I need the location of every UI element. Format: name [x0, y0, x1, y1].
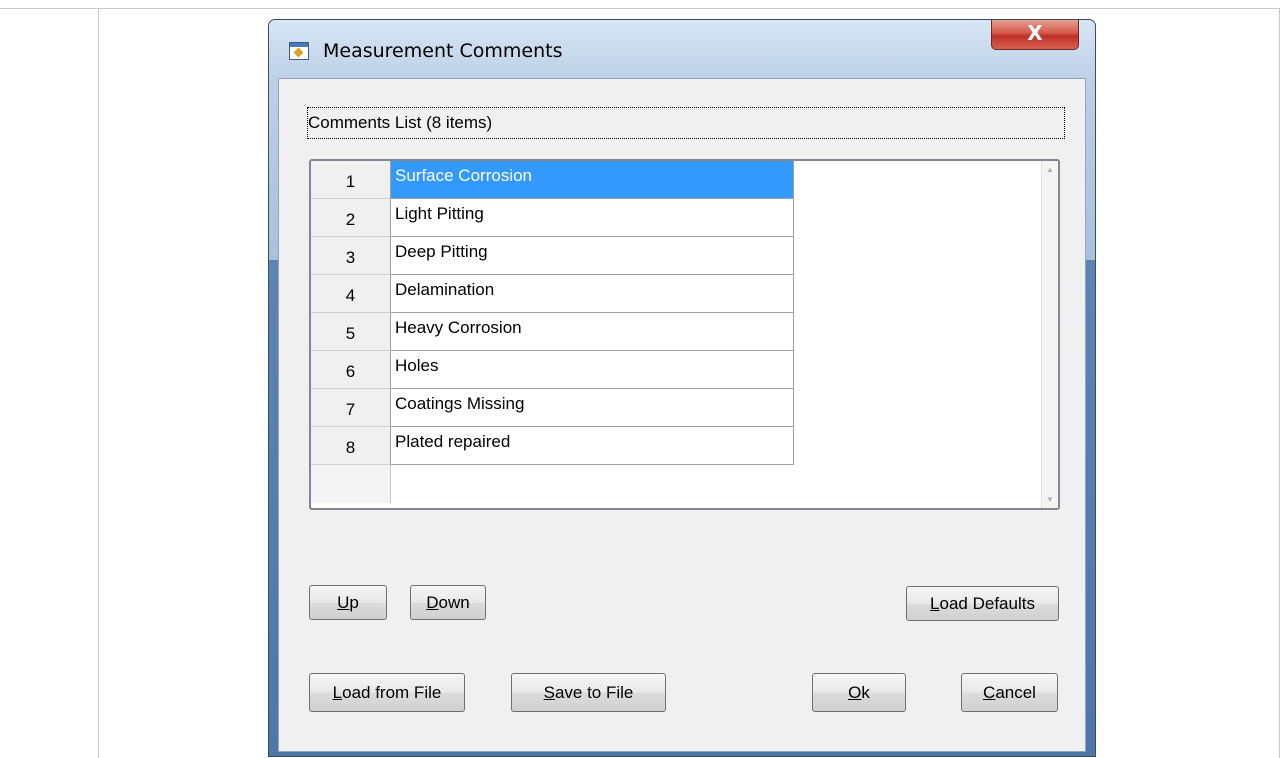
- close-button[interactable]: X: [991, 20, 1079, 50]
- page-vline-left: [98, 8, 99, 758]
- page-border-top: [0, 8, 1280, 9]
- cancel-button[interactable]: Cancel: [961, 673, 1058, 712]
- measurement-comments-window: Measurement Comments X Comments List (8 …: [268, 19, 1096, 757]
- comment-cell[interactable]: Light Pitting: [391, 199, 794, 237]
- row-number[interactable]: 4: [311, 275, 391, 313]
- comment-cell[interactable]: Deep Pitting: [391, 237, 794, 275]
- up-button[interactable]: Up: [309, 585, 387, 620]
- new-row-header[interactable]: [311, 465, 391, 503]
- row-number[interactable]: 3: [311, 237, 391, 275]
- close-icon: X: [1027, 21, 1043, 45]
- dialog-client-area: Comments List (8 items) 1 Surface Corros…: [278, 78, 1086, 752]
- load-defaults-button[interactable]: Load Defaults: [906, 586, 1059, 621]
- comment-cell[interactable]: Heavy Corrosion: [391, 313, 794, 351]
- window-title: Measurement Comments: [323, 40, 563, 62]
- ok-button[interactable]: Ok: [812, 673, 906, 712]
- app-window-icon[interactable]: [289, 42, 309, 60]
- row-number[interactable]: 5: [311, 313, 391, 351]
- scroll-up-icon[interactable]: ▲: [1046, 165, 1054, 174]
- vertical-scrollbar[interactable]: ▲ ▼: [1041, 161, 1058, 508]
- comment-cell[interactable]: Coatings Missing: [391, 389, 794, 427]
- row-number[interactable]: 7: [311, 389, 391, 427]
- load-from-file-button[interactable]: Load from File: [309, 673, 465, 712]
- comment-cell[interactable]: Surface Corrosion: [391, 161, 794, 199]
- row-number[interactable]: 6: [311, 351, 391, 389]
- save-to-file-button[interactable]: Save to File: [511, 673, 666, 712]
- comment-cell[interactable]: Plated repaired: [391, 427, 794, 465]
- title-bar[interactable]: Measurement Comments X: [269, 20, 1095, 78]
- scroll-down-icon[interactable]: ▼: [1046, 495, 1054, 504]
- comment-cell[interactable]: Holes: [391, 351, 794, 389]
- row-number[interactable]: 1: [311, 161, 391, 199]
- comments-grid[interactable]: 1 Surface Corrosion 2 Light Pitting 3 De…: [309, 159, 1060, 510]
- comments-list-label: Comments List (8 items): [307, 107, 1065, 139]
- row-number[interactable]: 2: [311, 199, 391, 237]
- down-button[interactable]: Down: [410, 585, 486, 620]
- comment-cell[interactable]: Delamination: [391, 275, 794, 313]
- row-number[interactable]: 8: [311, 427, 391, 465]
